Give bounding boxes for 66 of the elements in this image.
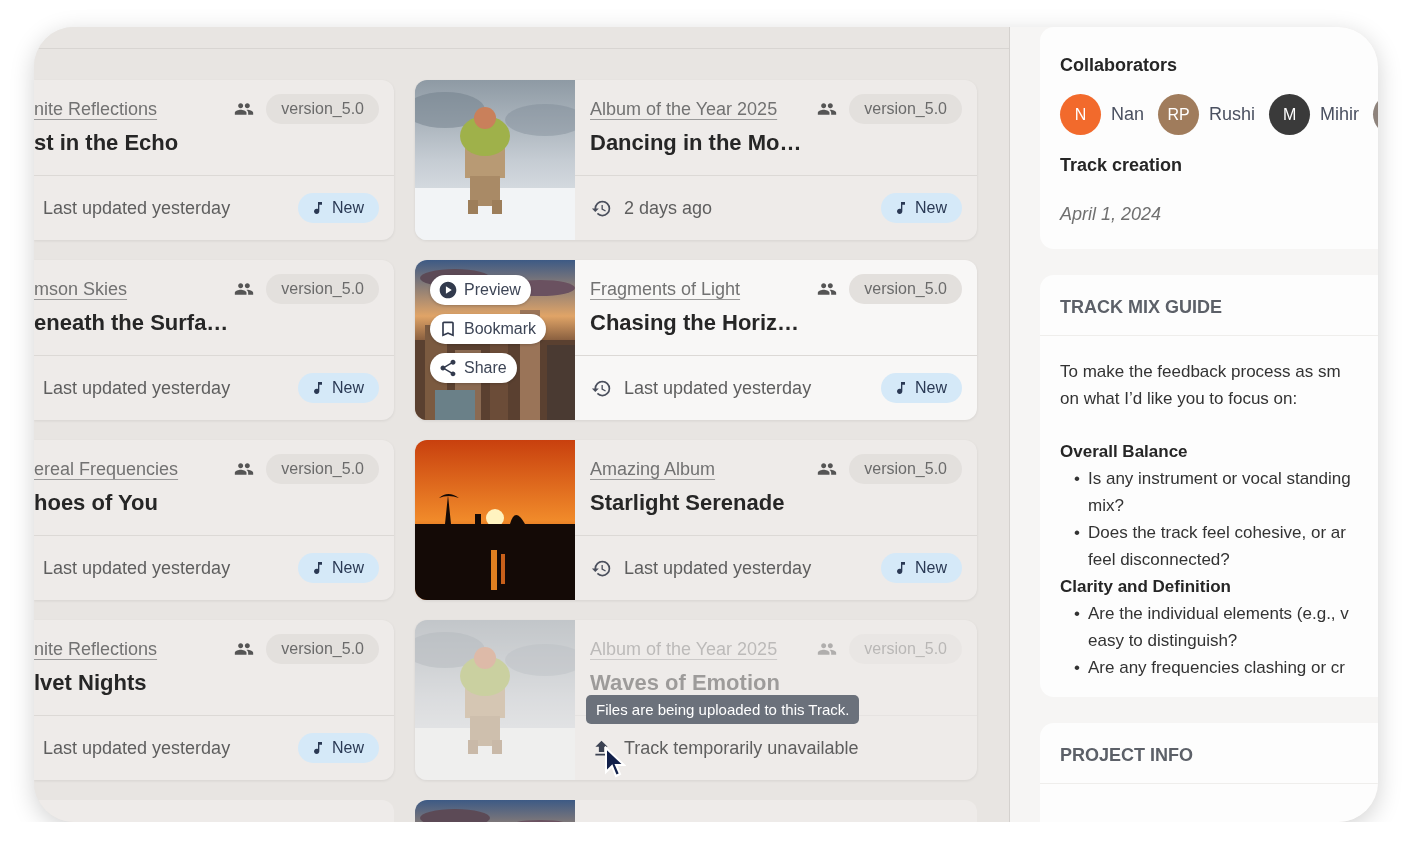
new-badge: New xyxy=(298,373,379,403)
avatar: RP xyxy=(1158,94,1200,135)
action-button[interactable]: Share xyxy=(430,353,517,383)
album-link[interactable]: ereal Frequencies xyxy=(34,458,223,480)
updated-text: Last updated yesterday xyxy=(43,377,232,399)
collaborator-name: Mihir xyxy=(1320,104,1360,125)
section-header: PROJECT INFO xyxy=(1040,723,1378,784)
guide-item: Is any instrument or vocal standing mix? xyxy=(1088,468,1351,517)
version-tag: version_5.0 xyxy=(849,274,962,304)
bullet-mark: • xyxy=(1074,603,1080,625)
bullet-mark: • xyxy=(1074,657,1080,679)
play-icon xyxy=(438,280,458,300)
tooltip: Files are being uploaded to this Track. xyxy=(586,695,860,724)
version-tag: version_5.0 xyxy=(266,274,379,304)
updated-text: 2 days ago xyxy=(624,197,714,219)
action-button[interactable]: Bookmark xyxy=(430,314,547,344)
creation-date: April 1, 2024 xyxy=(1060,204,1163,225)
collaborator-name: Nan xyxy=(1111,104,1145,125)
cursor-icon xyxy=(604,746,626,778)
section-title: Collaborators xyxy=(1060,55,1179,76)
album-link[interactable]: Fragments of Light xyxy=(590,278,806,300)
updated-text: Last updated yesterday xyxy=(624,557,813,579)
guide-heading: Overall Balance xyxy=(1060,441,1189,463)
version-tag: version_5.0 xyxy=(266,454,379,484)
updated-text: Track temporarily unavailable xyxy=(624,737,860,759)
track-title: Starlight Serenade xyxy=(590,490,786,516)
version-tag: version_5.0 xyxy=(266,94,379,124)
section-header: TRACK MIX GUIDE xyxy=(1040,275,1378,336)
track-title: lvet Nights xyxy=(34,670,148,696)
section-title: Track creation xyxy=(1060,155,1184,176)
album-link[interactable]: nite Reflections xyxy=(34,98,223,120)
avatar: M xyxy=(1269,94,1311,135)
guide-heading: Clarity and Definition xyxy=(1060,576,1232,598)
new-badge: New xyxy=(881,373,962,403)
album-link[interactable]: Amazing Album xyxy=(590,458,806,480)
new-badge: New xyxy=(881,193,962,223)
new-badge: New xyxy=(298,733,379,763)
new-badge: New xyxy=(298,193,379,223)
version-tag: version_5.0 xyxy=(849,94,962,124)
share-icon xyxy=(438,358,458,378)
updated-text: Last updated yesterday xyxy=(43,557,232,579)
bullet-mark: • xyxy=(1074,468,1080,490)
guide-item: Are any frequencies clashing or cr xyxy=(1088,657,1346,679)
track-title: st in the Echo xyxy=(34,130,180,156)
track-title: hoes of You xyxy=(34,490,159,516)
track-title: Chasing the Horiz… xyxy=(590,310,800,336)
updated-text: Last updated yesterday xyxy=(624,377,813,399)
guide-item: Are the individual elements (e.g., v easy to distinguish? xyxy=(1088,603,1349,652)
guide-intro: To make the feedback process as sm on what I’d like you to focus on: xyxy=(1060,361,1342,410)
version-tag: version_5.0 xyxy=(266,634,379,664)
action-button[interactable]: Preview xyxy=(430,275,531,305)
album-link[interactable]: mson Skies xyxy=(34,278,223,300)
updated-text: Last updated yesterday xyxy=(43,737,232,759)
bullet-mark: • xyxy=(1074,522,1080,544)
updated-text: Last updated yesterday xyxy=(43,197,232,219)
avatar: N xyxy=(1060,94,1101,135)
track-title: eneath the Surfa… xyxy=(34,310,230,336)
guide-item: Does the track feel cohesive, or ar feel disconnected? xyxy=(1088,522,1346,571)
collaborator-name: Rushi xyxy=(1209,104,1256,125)
version-tag: version_5.0 xyxy=(849,454,962,484)
new-badge: New xyxy=(298,553,379,583)
album-link[interactable]: Album of the Year 2025 xyxy=(590,98,806,120)
new-badge: New xyxy=(881,553,962,583)
track-title: Waves of Emotion xyxy=(590,670,781,696)
track-title: Dancing in the Mo… xyxy=(590,130,803,156)
album-link[interactable]: nite Reflections xyxy=(34,638,223,660)
